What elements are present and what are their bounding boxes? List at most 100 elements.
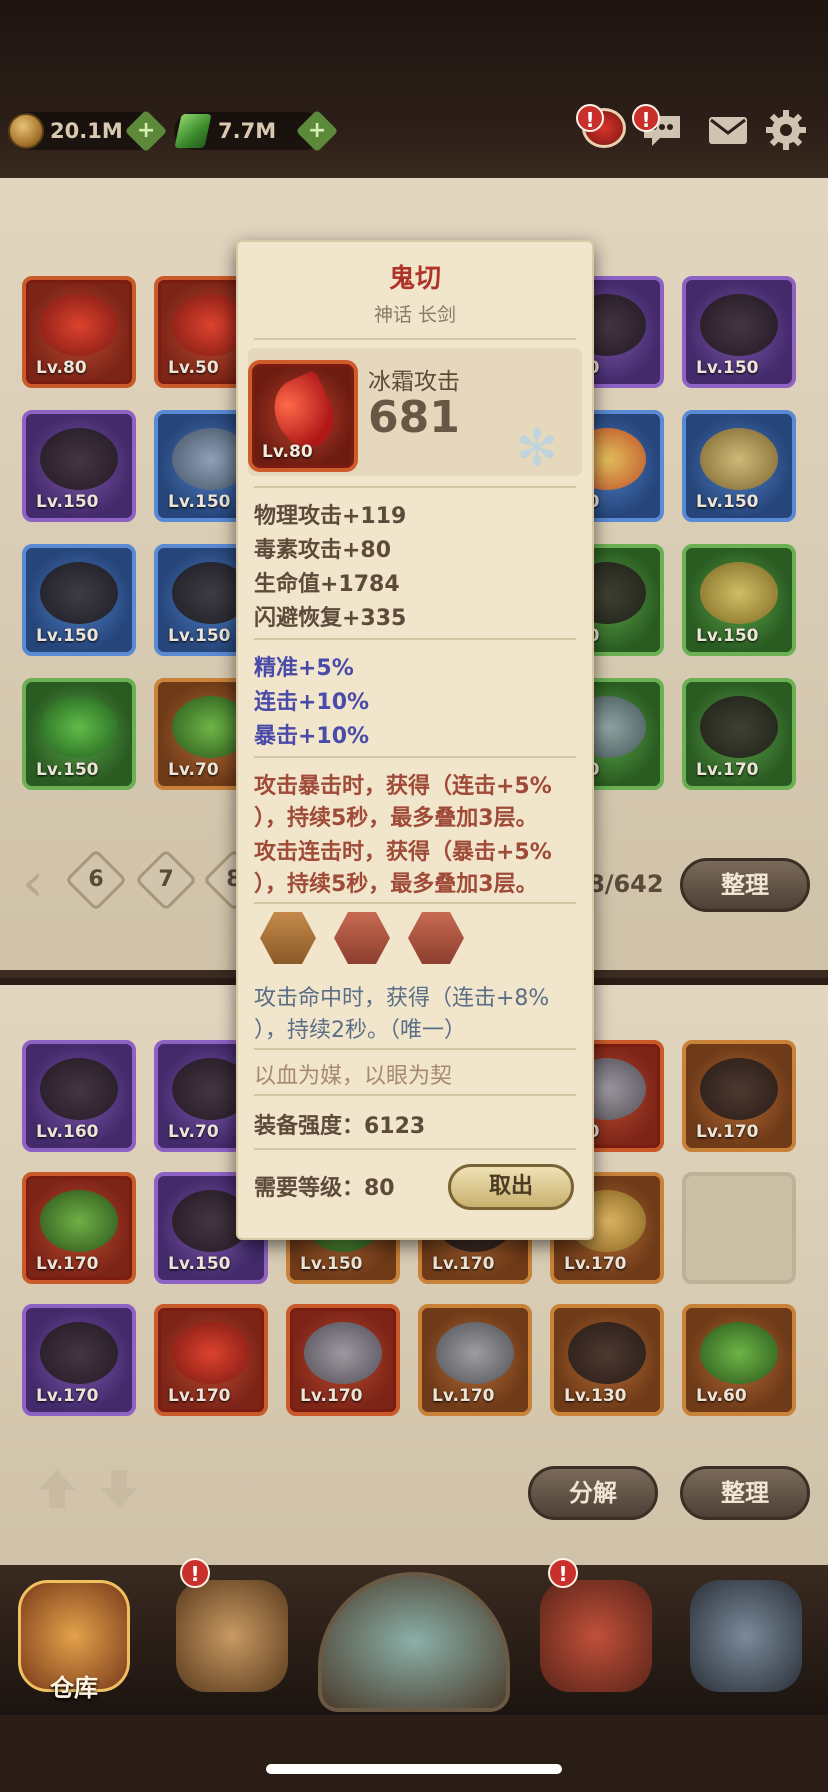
item-slot[interactable]: Lv.80 — [22, 276, 136, 388]
page-number: 6 — [88, 867, 104, 892]
divider — [254, 338, 576, 340]
red-blade-icon — [172, 1322, 250, 1384]
main-stat-value: 681 — [368, 392, 460, 443]
item-slot[interactable]: Lv.170 — [22, 1172, 136, 1284]
item-level: Lv.150 — [36, 492, 99, 512]
add-gold-button[interactable]: + — [124, 109, 168, 153]
item-level: Lv.80 — [36, 358, 87, 378]
main-stat-label: 冰霜攻击 — [368, 369, 460, 395]
item-level: Lv.130 — [564, 1386, 627, 1406]
mail-icon[interactable] — [706, 108, 750, 152]
item-slot[interactable]: Lv.150 — [22, 410, 136, 522]
nav-adventure-button[interactable] — [318, 1572, 510, 1712]
gear-icon[interactable] — [764, 108, 808, 152]
gem-socket-icon[interactable] — [260, 912, 316, 964]
item-level: Lv.150 — [168, 492, 231, 512]
bonus-stat: 精准+5% — [254, 656, 354, 681]
item-slot[interactable]: Lv.170 — [682, 1040, 796, 1152]
forge-icon — [690, 1580, 802, 1692]
required-level: 需要等级：80 — [254, 1176, 395, 1201]
green-gem-icon — [174, 114, 212, 148]
gem-socket-icon[interactable] — [408, 912, 464, 964]
item-slot[interactable]: Lv.170 — [682, 678, 796, 790]
spike-ball-icon — [568, 1322, 646, 1384]
sort-inventory-button[interactable]: 整理 — [680, 858, 810, 912]
divider — [254, 1148, 576, 1150]
alert-badge-icon: ! — [548, 1558, 578, 1588]
item-level: Lv.170 — [696, 1122, 759, 1142]
item-level: Lv.150 — [696, 358, 759, 378]
item-slot[interactable]: Lv.150 — [682, 276, 796, 388]
brown-boot-icon — [700, 696, 778, 758]
item-slot[interactable]: Lv.130 — [550, 1304, 664, 1416]
green-orb-icon — [700, 1322, 778, 1384]
item-slot[interactable]: Lv.60 — [682, 1304, 796, 1416]
ring-icon — [40, 1322, 118, 1384]
effect-text: 攻击连击时，获得（暴击+5% — [254, 840, 552, 865]
item-slot[interactable]: Lv.150 — [22, 544, 136, 656]
item-level: Lv.60 — [696, 1386, 747, 1406]
item-level: Lv.170 — [564, 1254, 627, 1274]
item-slot[interactable]: Lv.170 — [22, 1304, 136, 1416]
item-level: Lv.70 — [168, 1122, 219, 1142]
blue-axe-icon — [304, 1322, 382, 1384]
add-gem-button[interactable]: + — [295, 109, 339, 153]
item-slot[interactable]: Lv.170 — [154, 1304, 268, 1416]
nav-gacha-button[interactable] — [530, 1570, 662, 1702]
prev-page-button[interactable]: ‹ — [22, 856, 56, 912]
item-level: Lv.50 — [168, 358, 219, 378]
arrow-down-icon[interactable] — [96, 1466, 142, 1512]
alert-badge-icon: ! — [632, 104, 660, 132]
nav-warehouse-label: 仓库 — [50, 1674, 98, 1702]
effect-text: ），持续5秒，最多叠加3层。 — [254, 872, 538, 897]
gem-socket-icon[interactable] — [334, 912, 390, 964]
item-level: Lv.170 — [696, 760, 759, 780]
take-out-button[interactable]: 取出 — [448, 1164, 574, 1210]
alert-badge-icon: ! — [180, 1558, 210, 1588]
item-slot[interactable]: Lv.150 — [682, 544, 796, 656]
item-level: Lv.170 — [432, 1254, 495, 1274]
item-level: Lv.150 — [300, 1254, 363, 1274]
plus-icon: + — [307, 118, 327, 143]
item-slot[interactable]: Lv.170 — [418, 1304, 532, 1416]
item-level: Lv.150 — [696, 492, 759, 512]
chevron-left-icon: ‹ — [22, 851, 44, 914]
item-level: Lv.150 — [168, 1254, 231, 1274]
divider — [254, 902, 576, 904]
item-level: Lv.170 — [432, 1386, 495, 1406]
decompose-button[interactable]: 分解 — [528, 1466, 658, 1520]
item-slot[interactable] — [682, 1172, 796, 1284]
base-stat: 生命值+1784 — [254, 572, 400, 597]
divider — [254, 486, 576, 488]
item-level: Lv.170 — [168, 1386, 231, 1406]
nav-tavern-button[interactable] — [166, 1570, 298, 1702]
item-slot[interactable]: Lv.150 — [682, 410, 796, 522]
alert-badge-icon: ! — [576, 104, 604, 132]
item-level: Lv.170 — [300, 1386, 363, 1406]
item-name: 鬼切 — [388, 264, 441, 294]
item-count: 8/642 — [588, 870, 664, 898]
item-level: Lv.170 — [36, 1386, 99, 1406]
gold-amount: 20.1M — [50, 119, 123, 143]
effect-text: 攻击暴击时，获得（连击+5% — [254, 774, 552, 799]
equipment-power: 装备强度：6123 — [254, 1114, 426, 1139]
item-level: Lv.80 — [262, 442, 313, 462]
nav-warehouse-button[interactable]: 仓库 — [8, 1570, 140, 1702]
snowflake-icon: ✻ — [516, 419, 558, 477]
plus-icon: + — [136, 118, 156, 143]
divider — [254, 1048, 576, 1050]
divider — [254, 638, 576, 640]
effect-text: ），持续5秒，最多叠加3层。 — [254, 806, 538, 831]
base-stat: 闪避恢复+335 — [254, 606, 407, 631]
sort-warehouse-button[interactable]: 整理 — [680, 1466, 810, 1520]
arrow-up-icon[interactable] — [34, 1466, 80, 1512]
item-slot[interactable]: Lv.150 — [22, 678, 136, 790]
item-type: 神话 长剑 — [373, 304, 457, 326]
item-slot[interactable]: Lv.170 — [286, 1304, 400, 1416]
gold-coin-icon — [8, 113, 44, 149]
home-indicator — [266, 1764, 562, 1774]
item-level: Lv.150 — [36, 760, 99, 780]
nav-forge-button[interactable] — [680, 1570, 812, 1702]
item-slot[interactable]: Lv.160 — [22, 1040, 136, 1152]
item-icon: Lv.80 — [248, 360, 358, 472]
